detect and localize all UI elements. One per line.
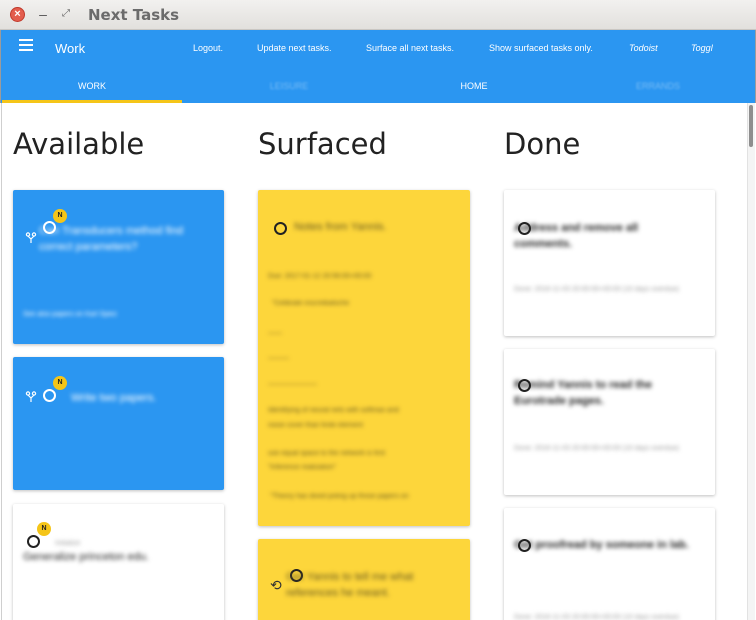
vertical-scrollbar[interactable] — [747, 103, 755, 620]
update-next-tasks-link[interactable]: Update next tasks. — [257, 43, 332, 53]
task-note: See also papers on Karl Spiez — [23, 311, 118, 318]
task-completed-at: Done: 2016-11-03 20:00:00+00:00 (10 days… — [514, 614, 680, 620]
done-column-title: Done — [504, 127, 581, 161]
task-note-line: ——————— — [268, 381, 317, 388]
task-title: Remind Yannis to read the Eurotrade page… — [514, 379, 652, 407]
task-title: Get Yannis to tell me what references he… — [286, 571, 414, 599]
hamburger-menu-icon[interactable] — [19, 39, 33, 51]
task-title: Write two papers. — [71, 392, 157, 404]
task-note-line: use equal space to the network is first — [268, 450, 386, 457]
available-column-title: Available — [13, 127, 145, 161]
surface-all-next-tasks-link[interactable]: Surface all next tasks. — [366, 43, 454, 53]
task-card[interactable]: N Initialize Generalize princeton edu. — [13, 504, 224, 620]
task-card[interactable]: N Can Transducers method find correct pa… — [13, 190, 224, 344]
fork-icon — [25, 391, 37, 402]
maximize-icon[interactable]: ⤢ — [60, 8, 72, 20]
task-note-line: ——— — [268, 355, 289, 362]
logout-link[interactable]: Logout. — [193, 43, 223, 53]
tab-leisure[interactable]: LEISURE — [244, 74, 334, 103]
toggl-link[interactable]: Toggl — [691, 43, 713, 53]
task-title: Address and remove all comments. — [514, 222, 639, 250]
task-card[interactable]: Get proofread by someone in lab. Done: 2… — [504, 508, 715, 620]
tab-errands[interactable]: ERRANDS — [615, 74, 701, 103]
minimize-icon[interactable]: – — [37, 5, 49, 23]
task-tag: Initialize — [55, 540, 81, 547]
task-note-line: "Inference realization" — [268, 464, 337, 471]
task-note-line: "Celibrate inscreibatsche — [272, 300, 350, 307]
task-card[interactable]: Remind Yannis to read the Eurotrade page… — [504, 349, 715, 495]
fork-icon — [25, 232, 37, 243]
task-title: Notes from Yannis. — [294, 221, 387, 233]
surfaced-column-title: Surfaced — [258, 127, 387, 161]
task-title: Generalize princeton edu. — [23, 551, 149, 563]
task-card[interactable]: ⟲ Get Yannis to tell me what references … — [258, 539, 470, 620]
scrollbar-thumb[interactable] — [749, 105, 753, 147]
todoist-link[interactable]: Todoist — [629, 43, 658, 53]
window-titlebar: × – ⤢ Next Tasks — [0, 0, 756, 30]
tab-bar: WORK LEISURE HOME ERRANDS — [1, 74, 756, 103]
show-surfaced-tasks-only-link[interactable]: Show surfaced tasks only. — [489, 43, 593, 53]
task-note-line: —— — [268, 330, 282, 337]
task-title: Get proofread by someone in lab. — [514, 539, 689, 551]
window-title: Next Tasks — [88, 6, 180, 24]
next-badge: N — [53, 209, 67, 223]
next-badge: N — [37, 522, 51, 536]
next-badge: N — [53, 376, 67, 390]
app-title: Work — [55, 41, 86, 56]
close-icon[interactable]: × — [10, 7, 25, 22]
task-note-line: noise cover than finite element — [268, 422, 363, 429]
task-completed-at: Done: 2016-11-03 20:00:00+00:00 (10 days… — [514, 445, 680, 452]
task-note-line: Identifying of neural nets with softmax … — [268, 407, 399, 414]
complete-task-checkbox[interactable] — [274, 222, 287, 235]
complete-task-checkbox[interactable] — [27, 535, 40, 548]
main-content: Available Surfaced Done N Can Transducer… — [1, 103, 747, 620]
task-card[interactable]: N Write two papers. — [13, 357, 224, 490]
task-note-line: "Theory has dived poling up those papers… — [270, 493, 409, 500]
task-completed-at: Done: 2016-11-03 20:00:00+00:00 (10 days… — [514, 286, 680, 293]
task-title: Can Transducers method find correct para… — [39, 225, 184, 253]
app-bar: Work Logout. Update next tasks. Surface … — [0, 30, 756, 103]
task-card[interactable]: Address and remove all comments. Done: 2… — [504, 190, 715, 336]
task-due: Due: 2017-01-12 20:56:00+00:00 — [268, 273, 372, 280]
tab-home[interactable]: HOME — [429, 74, 519, 103]
recurring-icon: ⟲ — [270, 577, 282, 593]
task-card[interactable]: Notes from Yannis. Due: 2017-01-12 20:56… — [258, 190, 470, 526]
tab-work[interactable]: WORK — [2, 74, 182, 103]
complete-task-checkbox[interactable] — [43, 389, 56, 402]
